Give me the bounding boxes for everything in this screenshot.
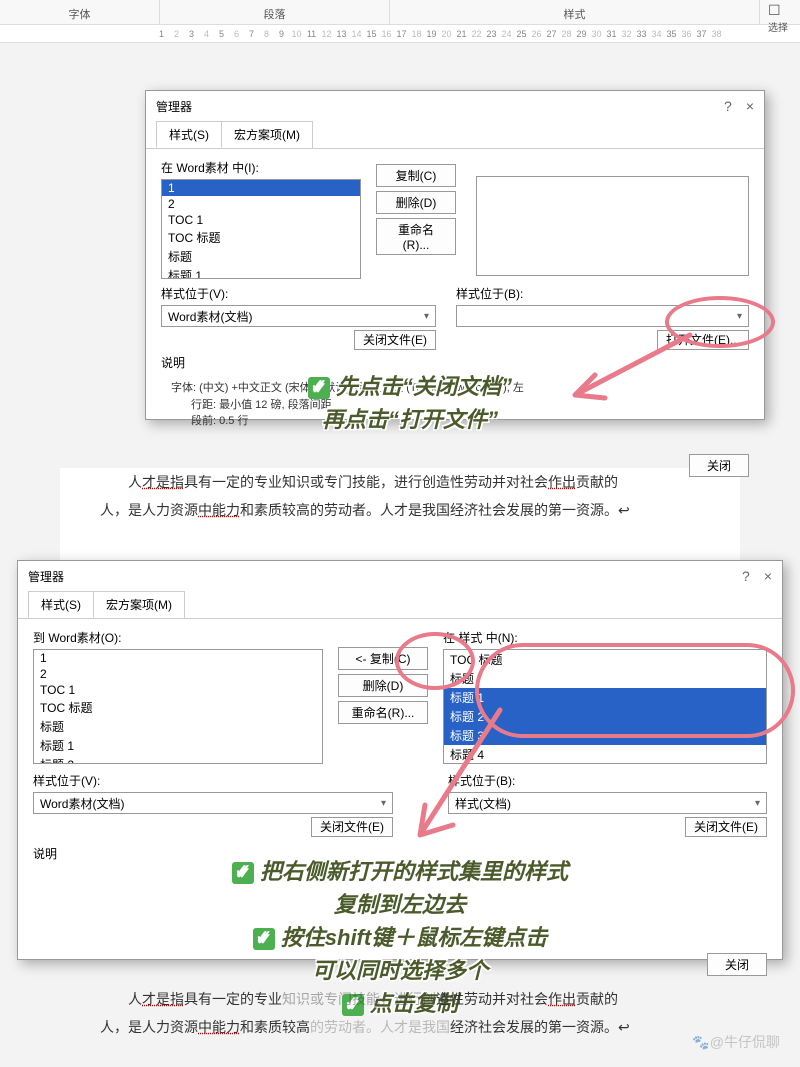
copy-button[interactable]: <- 复制(C) <box>338 647 428 670</box>
tab-macro[interactable]: 宏方案项(M) <box>221 121 313 148</box>
chevron-down-icon: ▾ <box>381 798 386 809</box>
tab-macro[interactable]: 宏方案项(M) <box>93 591 185 618</box>
close-file-left-button[interactable]: 关闭文件(E) <box>311 817 393 837</box>
copy-button[interactable]: 复制(C) <box>376 164 456 187</box>
list-item[interactable]: 1 <box>162 180 360 196</box>
list-item[interactable]: TOC 标题 <box>444 650 766 669</box>
located-right-label: 样式位于(B): <box>448 772 767 789</box>
located-right-label: 样式位于(B): <box>456 285 749 302</box>
located-left-label: 样式位于(V): <box>33 772 393 789</box>
list-item[interactable]: 1 <box>34 650 322 666</box>
close-icon[interactable]: × <box>746 98 754 114</box>
delete-button[interactable]: 删除(D) <box>338 674 428 697</box>
checkmark-icon: ✓ <box>232 862 254 884</box>
close-button[interactable]: 关闭 <box>689 454 749 477</box>
checkmark-icon: ✓ <box>308 377 330 399</box>
tab-styles[interactable]: 样式(S) <box>156 121 222 148</box>
description-label: 说明 <box>161 354 749 371</box>
dialog-titlebar[interactable]: 管理器 ? × <box>146 91 764 121</box>
list-item[interactable]: 标题 2 <box>444 707 766 726</box>
located-left-label: 样式位于(V): <box>161 285 436 302</box>
document-text-bottom: 人才是指具有一定的专业知识或专门技能，进行创造性劳动并对社会作出贡献的 人，是人… <box>100 985 700 1041</box>
list-item[interactable]: 标题 4 <box>444 745 766 764</box>
rename-button[interactable]: 重命名(R)... <box>338 701 428 724</box>
ribbon-select[interactable]: ☐选择 <box>768 2 788 34</box>
delete-button[interactable]: 删除(D) <box>376 191 456 214</box>
ribbon-paragraph[interactable]: 段落 <box>160 0 390 24</box>
open-file-button[interactable]: 打开文件(E)... <box>657 330 749 350</box>
list-item[interactable]: TOC 1 <box>162 212 360 228</box>
dialog-titlebar[interactable]: 管理器 ? × <box>18 561 782 591</box>
list-item[interactable]: 标题 2 <box>34 755 322 764</box>
list-left-label: 在 Word素材 中(I): <box>161 159 361 176</box>
style-list-left[interactable]: 12TOC 1TOC 标题标题标题 1标题 2标题 3 <box>33 649 323 764</box>
list-item[interactable]: TOC 1 <box>34 682 322 698</box>
style-list-right[interactable]: TOC 标题标题标题 1标题 2标题 3标题 4标题 5标题 6 <box>443 649 767 764</box>
list-item[interactable]: 2 <box>162 196 360 212</box>
list-right-label <box>476 159 749 173</box>
dialog-title: 管理器 <box>156 98 192 115</box>
list-item[interactable]: 标题 3 <box>444 726 766 745</box>
list-item[interactable]: 标题 <box>444 669 766 688</box>
chevron-down-icon: ▾ <box>755 798 760 809</box>
list-item[interactable]: TOC 标题 <box>162 228 360 247</box>
checkmark-icon: ✓ <box>253 928 275 950</box>
ruler[interactable]: 1234567891011121314151617181920212223242… <box>0 25 800 43</box>
tab-styles[interactable]: 样式(S) <box>28 591 94 618</box>
list-item[interactable]: 标题 <box>162 247 360 266</box>
located-right-combo[interactable]: ▾ <box>456 305 749 327</box>
style-list-left[interactable]: 12TOC 1TOC 标题标题标题 1标题 2标题 3 <box>161 179 361 279</box>
rename-button[interactable]: 重命名(R)... <box>376 218 456 255</box>
located-left-combo[interactable]: Word素材(文档)▾ <box>161 305 436 327</box>
list-right-label: 在 样式 中(N): <box>443 629 767 646</box>
ribbon-font[interactable]: 字体 <box>0 0 160 24</box>
chevron-down-icon: ▾ <box>737 311 742 322</box>
close-icon[interactable]: × <box>764 568 772 584</box>
list-item[interactable]: 标题 1 <box>444 688 766 707</box>
list-item[interactable]: TOC 标题 <box>34 698 322 717</box>
help-icon[interactable]: ? <box>742 568 750 584</box>
list-item[interactable]: 2 <box>34 666 322 682</box>
list-left-label: 到 Word素材(O): <box>33 629 323 646</box>
chevron-down-icon: ▾ <box>424 311 429 322</box>
style-list-right[interactable] <box>476 176 749 276</box>
located-right-combo[interactable]: 样式(文档)▾ <box>448 792 767 814</box>
list-item[interactable]: 标题 1 <box>34 736 322 755</box>
close-button[interactable]: 关闭 <box>707 953 767 976</box>
list-item[interactable]: 标题 <box>34 717 322 736</box>
annotation-text-1: ✓先点击“关闭文档” 再点击“打开文件” <box>240 370 580 436</box>
close-file-right-button[interactable]: 关闭文件(E) <box>685 817 767 837</box>
dialog-title: 管理器 <box>28 568 64 585</box>
list-item[interactable]: 标题 1 <box>162 266 360 279</box>
watermark: 🐾@牛仔侃聊 <box>692 1032 780 1052</box>
close-file-left-button[interactable]: 关闭文件(E) <box>354 330 436 350</box>
help-icon[interactable]: ? <box>724 98 732 114</box>
located-left-combo[interactable]: Word素材(文档)▾ <box>33 792 393 814</box>
ribbon: 字体 段落 样式 ☐选择 编辑 <box>0 0 800 25</box>
ribbon-styles[interactable]: 样式 <box>390 0 760 24</box>
